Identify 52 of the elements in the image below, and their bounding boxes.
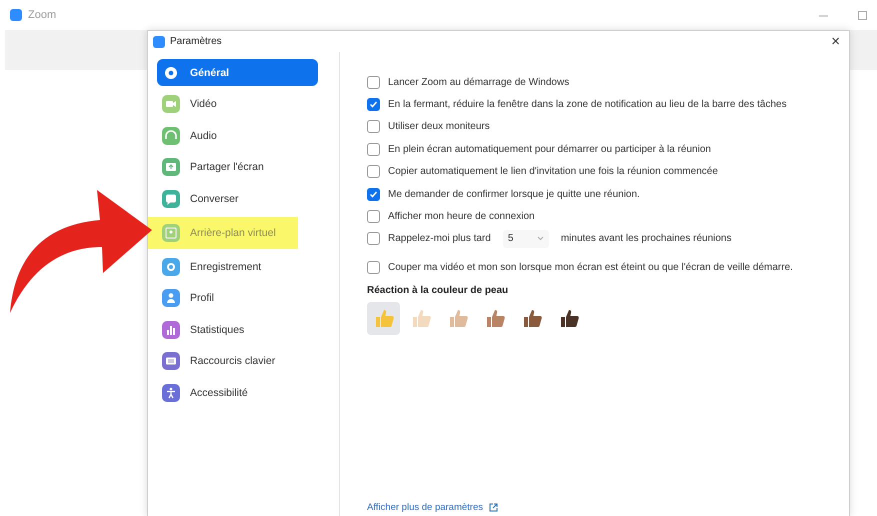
accessibility-icon [162,384,180,402]
keyboard-icon [162,352,180,370]
option-label: Lancer Zoom au démarrage de Windows [388,76,570,88]
checkbox[interactable] [367,142,380,156]
external-link-icon [489,503,498,512]
check-icon [369,190,378,199]
maximize-icon[interactable] [858,10,867,20]
checkbox[interactable] [367,165,380,178]
option-label: Utiliser deux moniteurs [388,121,490,132]
sidebar-item[interactable]: Partager l'écran [157,154,318,180]
section-heading: Réaction à la couleur de peau [367,284,510,296]
option-label: minutes avant les prochaines réunions [560,233,732,244]
sidebar-item[interactable]: Converser [157,185,318,212]
option-label: Couper ma vidéo et mon son lorsque mon écran est éteint ou que l'écran de veille démarre. [388,262,793,273]
sidebar-item[interactable]: Raccourcis clavier [157,348,318,374]
sidebar-item[interactable]: Vidéo [157,90,318,118]
share-icon [162,158,180,176]
caret-icon [536,236,544,242]
stats-icon [162,320,180,338]
checkbox[interactable] [367,210,380,224]
sidebar-item[interactable]: Audio [157,122,318,149]
option-label: Afficher mon heure de connexion [388,211,535,222]
option-label: Me demander de confirmer lorsque je quitte une réunion. [388,188,640,200]
sidebar-item[interactable]: Général [157,59,318,86]
headphones-icon [162,126,180,144]
option-label: Copier automatiquement le lien d'invitation une fois la réunion commencée [388,166,718,178]
background-icon [162,224,180,242]
minutes-dropdown[interactable]: 5 [502,230,549,248]
close-button[interactable]: × [827,33,844,50]
record-icon [162,258,180,276]
zoom-logo-icon [10,9,22,21]
zoom-logo-icon [153,36,165,48]
option-label: Rappelez-moi plus tard [388,233,491,244]
checkbox[interactable] [367,232,380,246]
option-label: En la fermant, réduire la fenêtre dans la zone de notification au lieu de la barre des tâches [388,99,787,110]
checkbox[interactable] [367,260,380,274]
checkbox[interactable] [367,188,380,201]
sidebar-item[interactable]: Enregistrement [157,253,318,280]
sidebar-item[interactable]: Statistiques [157,316,318,343]
dialog-title: Paramètres [170,36,223,47]
chat-icon [162,190,180,208]
checkbox[interactable] [367,98,380,112]
checkbox[interactable] [367,120,380,134]
sidebar-item[interactable]: Accessibilité [157,379,318,406]
check-icon [369,100,378,110]
profile-icon [162,289,180,307]
window-title: Zoom [28,9,58,21]
checkbox[interactable] [367,76,380,89]
sidebar-item[interactable]: Profil [157,284,318,312]
option-label: En plein écran automatiquement pour démarrer ou participer à la réunion [388,144,711,155]
more-settings-link[interactable]: Afficher plus de paramètres [367,502,498,513]
video-icon [162,95,180,113]
